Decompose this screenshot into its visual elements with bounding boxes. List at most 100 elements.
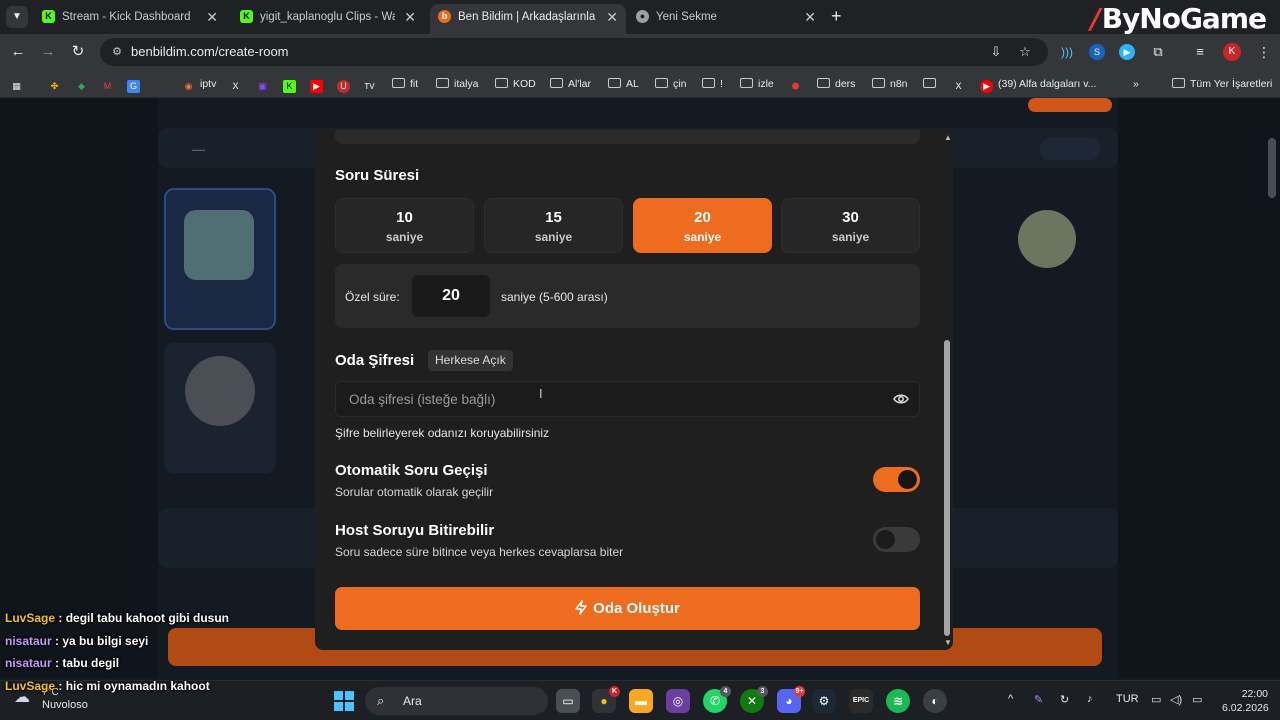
task-view-icon[interactable]: ▭ bbox=[556, 689, 580, 713]
bookmark-folder-kod[interactable]: KOD bbox=[495, 75, 536, 93]
bookmark-folder-ders[interactable]: ders bbox=[817, 75, 855, 93]
bookmark-folder-exclaim[interactable]: ! bbox=[702, 75, 723, 93]
play-extension-icon[interactable]: ▶ bbox=[1119, 44, 1135, 60]
close-tab-icon[interactable]: ✕ bbox=[804, 4, 816, 30]
chat-message: LuvSage : hic mi oynamadın kahoot bbox=[5, 679, 210, 693]
scroll-up-arrow-icon[interactable]: ▲ bbox=[944, 133, 952, 142]
gmail-bookmark-icon[interactable]: M bbox=[101, 75, 119, 93]
page-scrollbar[interactable] bbox=[1268, 138, 1276, 198]
tab-kick-dashboard[interactable]: K Stream - Kick Dashboard ✕ bbox=[34, 4, 226, 34]
kick-bookmark-icon[interactable]: K bbox=[283, 75, 301, 93]
bookmark-folder-cin[interactable]: çin bbox=[655, 75, 686, 93]
pdf-bookmark-icon[interactable]: ⬣ bbox=[789, 75, 807, 93]
duration-option-20[interactable]: 20 saniye bbox=[633, 198, 772, 253]
epic-games-icon[interactable]: EPIC bbox=[849, 689, 873, 713]
bookmark-folder-n8n[interactable]: n8n bbox=[872, 75, 908, 93]
chrome-taskbar-icon[interactable]: ● K bbox=[592, 686, 620, 713]
new-tab-icon[interactable]: + bbox=[831, 6, 842, 26]
duration-option-15[interactable]: 15 saniye bbox=[484, 198, 623, 253]
tray-sync-icon[interactable]: ↻ bbox=[1060, 693, 1069, 706]
tab-new-tab[interactable]: ● Yeni Sekme ✕ bbox=[628, 4, 824, 34]
scroll-thumb[interactable] bbox=[944, 340, 950, 636]
bookmark-folder-al[interactable]: AL bbox=[608, 75, 639, 93]
folder-icon bbox=[817, 78, 830, 88]
password-helper-text: Şifre belirleyerek odanızı koruyabilirsi… bbox=[335, 426, 550, 440]
site-info-icon[interactable]: ⚙ bbox=[110, 45, 124, 59]
show-password-eye-icon[interactable] bbox=[893, 392, 909, 406]
scroll-down-arrow-icon[interactable]: ▼ bbox=[944, 638, 952, 647]
install-app-icon[interactable]: ⇩ bbox=[988, 44, 1004, 60]
bookmark-folder-unnamed[interactable] bbox=[923, 75, 941, 93]
bookmark-star-icon[interactable]: ☆ bbox=[1017, 44, 1033, 60]
search-icon: ⌕ bbox=[377, 693, 385, 708]
photos-bookmark-icon[interactable]: ✤ bbox=[48, 75, 66, 93]
password-input[interactable] bbox=[349, 382, 869, 416]
x-bookmark-icon-2[interactable]: X bbox=[952, 75, 970, 93]
tab-search-menu-icon[interactable]: ▼ bbox=[6, 6, 28, 28]
iptv-icon: ◉ bbox=[184, 81, 193, 91]
profile-avatar[interactable]: K bbox=[1223, 43, 1241, 61]
duration-option-30[interactable]: 30 saniye bbox=[781, 198, 920, 253]
address-bar[interactable]: ⚙ benbildim.com/create-room ⇩ ☆ bbox=[100, 38, 1048, 66]
close-tab-icon[interactable]: ✕ bbox=[404, 4, 416, 30]
translate-bookmark-icon[interactable]: G bbox=[127, 75, 145, 93]
spotify-icon[interactable]: ≋ bbox=[886, 689, 910, 713]
all-bookmarks-folder[interactable]: Tüm Yer İşaretleri bbox=[1172, 75, 1272, 93]
file-explorer-icon[interactable]: ▬ bbox=[629, 689, 653, 713]
folder-icon bbox=[702, 78, 715, 88]
taskbar-search[interactable]: ⌕ Ara bbox=[365, 687, 548, 715]
create-room-button[interactable]: Oda Oluştur bbox=[335, 587, 920, 630]
u-bookmark-icon[interactable]: U bbox=[337, 75, 355, 93]
tray-overflow-chevron-icon[interactable]: ^ bbox=[1008, 693, 1013, 705]
more-bookmarks-chevron-icon[interactable]: » bbox=[1133, 75, 1139, 93]
battery-icon[interactable]: ▭ bbox=[1192, 693, 1202, 706]
taskbar-clock[interactable]: 22:00 6.02.2026 bbox=[1222, 687, 1269, 715]
chat-username: nisataur bbox=[5, 656, 52, 670]
bookmark-youtube-alfa[interactable]: ▶ (39) Alfa dalgaları v... bbox=[980, 75, 1096, 93]
tab-benbildim[interactable]: b Ben Bildim | Arkadaşlarınla Online Qui… bbox=[430, 4, 626, 34]
bookmark-folder-italya[interactable]: italya bbox=[436, 75, 479, 93]
auto-advance-toggle[interactable] bbox=[873, 467, 920, 492]
close-tab-icon[interactable]: ✕ bbox=[606, 4, 618, 30]
host-end-toggle[interactable] bbox=[873, 527, 920, 552]
photos-app-icon[interactable]: ◎ bbox=[666, 689, 690, 713]
public-status-badge: Herkese Açık bbox=[428, 350, 513, 371]
custom-duration-input[interactable]: 20 bbox=[412, 275, 490, 317]
extensions-puzzle-icon[interactable]: ⧉ bbox=[1150, 44, 1166, 60]
sound-wave-extension-icon[interactable]: ))) bbox=[1059, 44, 1075, 60]
microphone-icon[interactable]: ♪ bbox=[1087, 693, 1093, 705]
tv-bookmark-icon[interactable]: TV bbox=[363, 75, 381, 93]
bookmark-folder-izle[interactable]: izle bbox=[740, 75, 774, 93]
x-bookmark-icon[interactable]: X bbox=[229, 75, 247, 93]
shazam-extension-icon[interactable]: S bbox=[1089, 44, 1105, 60]
more-menu-icon[interactable]: ⋮ bbox=[1256, 44, 1272, 60]
bookmark-iptv[interactable]: ◉ iptv bbox=[182, 75, 217, 93]
tab-kick-clips[interactable]: K yigit_kaplanoglu Clips - Watch Live ✕ bbox=[232, 4, 424, 34]
youtube-bookmark-icon[interactable]: ▶ bbox=[310, 75, 328, 93]
network-icon[interactable]: ▭ bbox=[1151, 693, 1161, 706]
windows-start-icon[interactable] bbox=[334, 691, 354, 711]
media-queue-icon[interactable]: ≡ bbox=[1192, 44, 1208, 60]
xbox-icon[interactable]: ✕ 3 bbox=[740, 686, 768, 713]
whatsapp-icon[interactable]: ✆ 4 bbox=[703, 686, 731, 713]
discord-icon[interactable]: ◕ 9+ bbox=[777, 686, 805, 713]
volume-icon[interactable]: ◁) bbox=[1170, 693, 1182, 706]
create-room-modal: Soru Süresi 10 saniye 15 saniye 20 saniy… bbox=[315, 130, 953, 650]
modal-scrollbar[interactable]: ▲ ▼ bbox=[941, 130, 953, 650]
background-card-image bbox=[1018, 210, 1076, 268]
bookmark-folder-allar[interactable]: Al'lar bbox=[550, 75, 591, 93]
close-tab-icon[interactable]: ✕ bbox=[206, 4, 218, 30]
maps-bookmark-icon[interactable]: ◆ bbox=[75, 75, 93, 93]
bookmark-folder-fit[interactable]: fit bbox=[392, 75, 418, 93]
input-language[interactable]: TUR bbox=[1116, 693, 1139, 705]
back-arrow-icon[interactable]: ← bbox=[8, 42, 28, 62]
reload-icon[interactable]: ↻ bbox=[68, 42, 88, 62]
twitch-bookmark-icon[interactable]: ▣ bbox=[256, 75, 274, 93]
tray-feather-icon[interactable]: ✎ bbox=[1034, 693, 1043, 706]
forward-arrow-icon[interactable]: → bbox=[38, 42, 58, 62]
duration-option-10[interactable]: 10 saniye bbox=[335, 198, 474, 253]
apps-grid-icon[interactable]: ▦ bbox=[10, 75, 28, 93]
obs-icon[interactable]: ◐ bbox=[923, 689, 947, 713]
password-field[interactable] bbox=[335, 381, 920, 417]
steam-icon[interactable]: ⚙ bbox=[812, 689, 836, 713]
